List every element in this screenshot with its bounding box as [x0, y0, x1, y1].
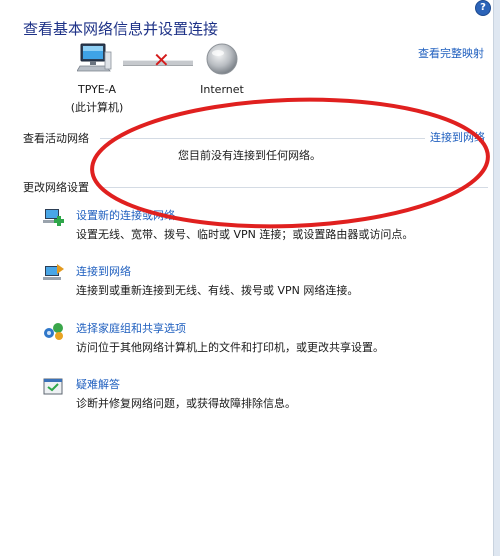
homegroup-sharing-icon	[42, 320, 66, 346]
list-item-setup-connection: 设置新的连接或网络 设置无线、宽带、拨号、临时或 VPN 连接；或设置路由器或访…	[42, 207, 482, 247]
divider	[100, 187, 488, 188]
network-setup-icon	[42, 207, 66, 233]
troubleshoot-desc: 诊断并修复网络问题，或获得故障排除信息。	[76, 397, 296, 410]
list-item-connect-network: 连接到网络 连接到或重新连接到无线、有线、拨号或 VPN 网络连接。	[42, 263, 482, 303]
troubleshoot-icon	[42, 376, 66, 402]
connect-network-link[interactable]: 连接到网络	[76, 263, 131, 279]
network-connect-icon	[42, 263, 66, 289]
help-button[interactable]: ?	[475, 0, 491, 16]
setup-new-connection-desc: 设置无线、宽带、拨号、临时或 VPN 连接；或设置路由器或访问点。	[76, 228, 414, 241]
internet-globe-icon	[205, 42, 239, 80]
disconnected-x-icon: ✕	[153, 48, 170, 72]
setup-new-connection-link[interactable]: 设置新的连接或网络	[76, 207, 175, 223]
computer-name: TPYE-A	[77, 83, 117, 96]
connect-to-network-link[interactable]: 连接到网络	[430, 129, 485, 145]
computer-sublabel: (此计算机)	[70, 101, 124, 114]
list-item-homegroup: 选择家庭组和共享选项 访问位于其他网络计算机上的文件和打印机，或更改共享设置。	[42, 320, 482, 360]
divider	[100, 138, 425, 139]
homegroup-sharing-desc: 访问位于其他网络计算机上的文件和打印机，或更改共享设置。	[76, 341, 384, 354]
computer-icon	[76, 43, 113, 79]
page-title: 查看基本网络信息并设置连接	[23, 20, 219, 38]
connect-network-desc: 连接到或重新连接到无线、有线、拨号或 VPN 网络连接。	[76, 284, 359, 297]
internet-label: Internet	[200, 83, 244, 96]
troubleshoot-link[interactable]: 疑难解答	[76, 376, 120, 392]
change-settings-header: 更改网络设置	[23, 181, 89, 194]
active-networks-header: 查看活动网络	[23, 132, 89, 145]
network-map: ✕ TPYE-A (此计算机) Internet	[0, 38, 493, 118]
no-connection-message: 您目前没有连接到任何网络。	[178, 149, 321, 162]
homegroup-sharing-link[interactable]: 选择家庭组和共享选项	[76, 320, 186, 336]
network-center-panel: ? 查看基本网络信息并设置连接 查看完整映射 ✕ TPYE-A (此计算机) I…	[0, 0, 494, 556]
list-item-troubleshoot: 疑难解答 诊断并修复网络问题，或获得故障排除信息。	[42, 376, 482, 416]
